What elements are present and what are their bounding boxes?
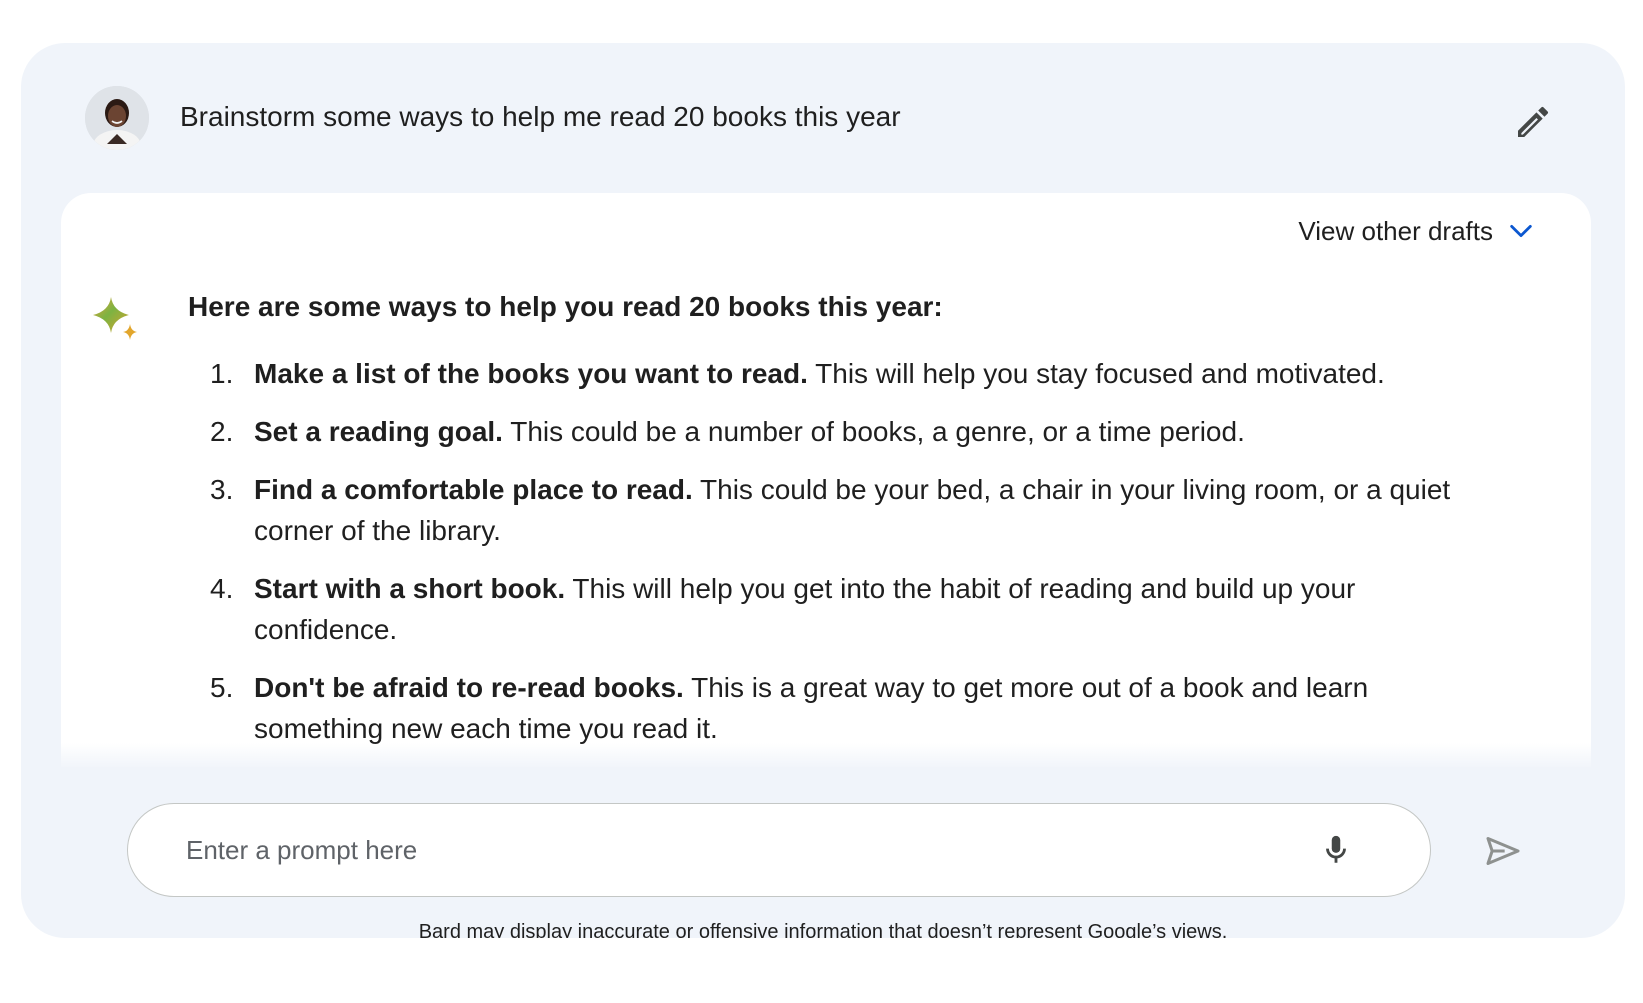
chevron-down-icon	[1510, 224, 1532, 238]
user-query-row: Brainstorm some ways to help me read 20 …	[21, 43, 1625, 193]
response-card: View other drafts Here are some ways to …	[61, 193, 1591, 767]
bard-sparkle-icon	[93, 297, 137, 340]
list-item: 5. Don't be afraid to re-read books. This…	[188, 667, 1478, 749]
scroll-fade	[61, 743, 1591, 767]
prompt-input[interactable]	[184, 804, 1298, 897]
list-item-number: 3.	[210, 474, 234, 505]
send-button[interactable]	[1477, 825, 1529, 877]
list-item-heading: Set a reading goal.	[254, 416, 503, 447]
list-item-number: 2.	[210, 416, 234, 447]
suggestion-list: 1. Make a list of the books you want to r…	[188, 353, 1478, 766]
list-item-text: This could be a number of books, a genre…	[502, 416, 1245, 447]
list-item-number: 1.	[210, 358, 234, 389]
list-item: 1. Make a list of the books you want to r…	[188, 353, 1478, 394]
conversation-panel: Brainstorm some ways to help me read 20 …	[21, 43, 1625, 938]
response-intro: Here are some ways to help you read 20 b…	[188, 291, 943, 322]
list-item-number: 4.	[210, 573, 234, 604]
disclaimer-text: Bard may display inaccurate or offensive…	[418, 921, 1228, 938]
list-item-heading: Make a list of the books you want to rea…	[254, 358, 808, 389]
list-item-text: This will help you stay focused and moti…	[807, 358, 1385, 389]
list-item: 2. Set a reading goal. This could be a nu…	[188, 411, 1478, 452]
view-other-drafts-button[interactable]: View other drafts	[1298, 213, 1535, 249]
microphone-button[interactable]	[1312, 826, 1360, 874]
list-item-heading: Find a comfortable place to read.	[254, 474, 693, 505]
view-other-drafts-label: View other drafts	[1298, 216, 1493, 246]
list-item-number: 5.	[210, 672, 234, 703]
list-item-heading: Don't be afraid to re-read books.	[254, 672, 684, 703]
user-avatar	[85, 86, 149, 150]
microphone-icon	[1326, 835, 1346, 863]
send-icon	[1486, 837, 1520, 865]
list-item-heading: Start with a short book.	[254, 573, 566, 604]
list-item: 4. Start with a short book. This will hel…	[188, 568, 1478, 650]
prompt-input-container	[127, 803, 1431, 897]
pencil-icon	[1518, 106, 1549, 137]
edit-prompt-button[interactable]	[1509, 98, 1557, 146]
avatar-icon	[85, 86, 149, 150]
user-prompt-text: Brainstorm some ways to help me read 20 …	[180, 101, 901, 132]
list-item: 3. Find a comfortable place to read. This…	[188, 469, 1478, 551]
